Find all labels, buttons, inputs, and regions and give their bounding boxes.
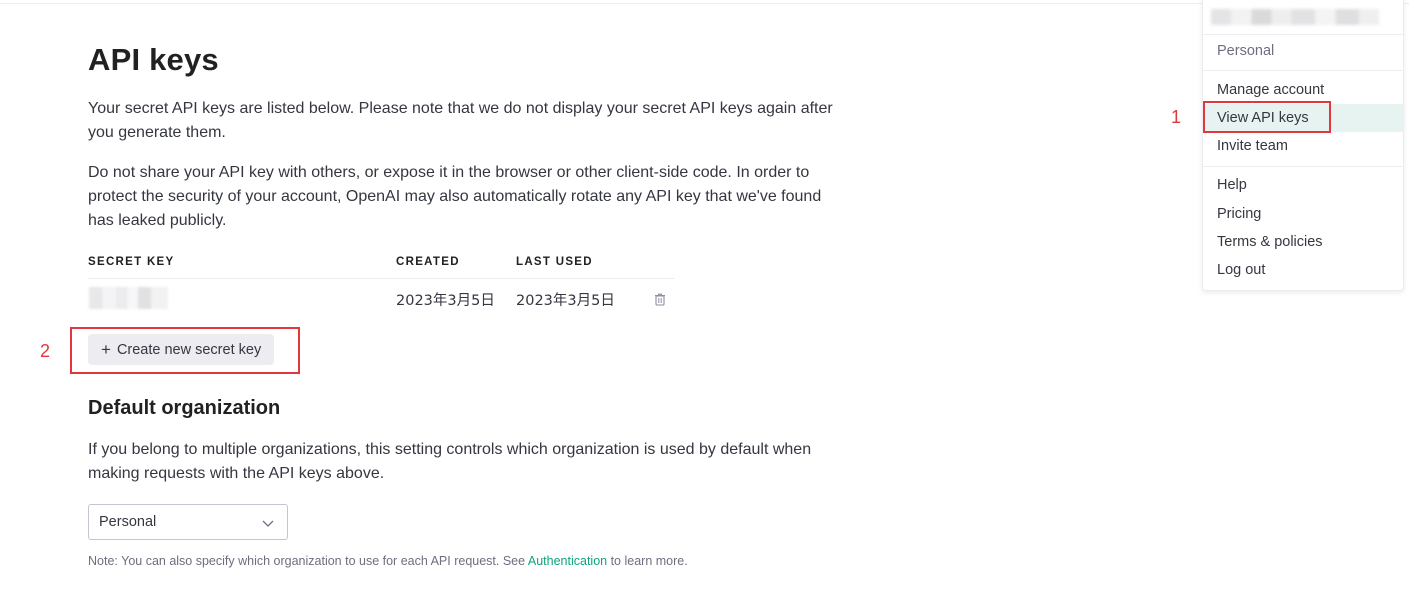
menu-divider — [1203, 34, 1403, 35]
default-organization-heading: Default organization — [88, 397, 281, 419]
column-header-last-used: LAST USED — [516, 256, 593, 268]
note-suffix: to learn more. — [607, 554, 688, 568]
menu-item-log-out[interactable]: Log out — [1203, 256, 1403, 284]
column-header-created: CREATED — [396, 256, 460, 268]
annotation-box-2 — [70, 327, 300, 374]
organization-select-value: Personal — [99, 514, 157, 530]
chevron-down-icon — [262, 520, 274, 527]
menu-item-help[interactable]: Help — [1203, 171, 1403, 199]
menu-divider — [1203, 166, 1403, 167]
note-prefix: Note: You can also specify which organiz… — [88, 554, 528, 568]
trash-icon[interactable] — [653, 292, 667, 306]
annotation-number-1: 1 — [1171, 107, 1182, 127]
redacted-user-name — [1211, 9, 1379, 25]
account-menu: Personal Manage account View API keys In… — [1202, 0, 1404, 291]
organization-select[interactable]: Personal — [88, 504, 288, 540]
page-title: API keys — [88, 42, 219, 77]
default-organization-description: If you belong to multiple organizations,… — [88, 441, 812, 482]
menu-item-invite-team[interactable]: Invite team — [1203, 132, 1403, 160]
top-border — [0, 0, 1409, 4]
menu-organization-label: Personal — [1217, 43, 1275, 59]
intro-paragraph-2: Do not share your API key with others, o… — [88, 164, 822, 229]
menu-divider — [1203, 70, 1403, 71]
intro-paragraph-1: Your secret API keys are listed below. P… — [88, 100, 833, 141]
table-row: 2023年3月5日 2023年3月5日 — [84, 279, 674, 319]
menu-item-terms-policies[interactable]: Terms & policies — [1203, 228, 1403, 256]
redacted-secret-key — [84, 287, 168, 309]
last-used-date: 2023年3月5日 — [516, 293, 615, 309]
menu-item-pricing[interactable]: Pricing — [1203, 200, 1403, 228]
menu-item-manage-account[interactable]: Manage account — [1203, 76, 1403, 104]
annotation-box-1 — [1203, 101, 1331, 133]
annotation-number-2: 2 — [40, 341, 51, 361]
column-header-secret-key: SECRET KEY — [88, 256, 175, 268]
created-date: 2023年3月5日 — [396, 293, 495, 309]
organization-note: Note: You can also specify which organiz… — [88, 554, 688, 568]
authentication-link[interactable]: Authentication — [528, 554, 607, 568]
